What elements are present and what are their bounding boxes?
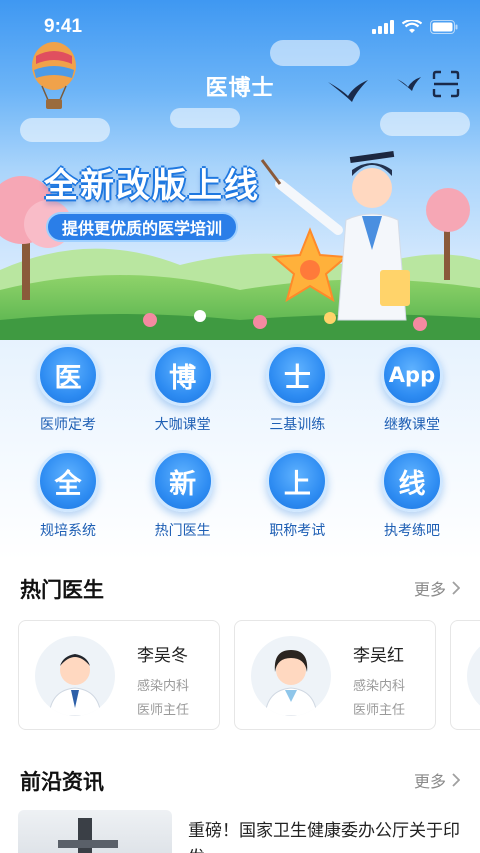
avatar [35,636,115,716]
status-time: 9:41 [44,16,83,37]
grid-icon: 博 [151,344,214,406]
grid-icon: 新 [151,450,214,512]
grid-label: 医师定考 [40,417,96,433]
grid-label: 执考练吧 [383,523,440,539]
doctor-list: 李吴冬 感染内科 医师主任 李吴红 感染内科 医师主任 [18,620,480,732]
grid-label: 规培系统 [40,523,96,539]
news-header: 前沿资讯 更多 [0,766,480,798]
section-title: 前沿资讯 [20,770,104,794]
status-icons [372,20,458,34]
doctor-card[interactable]: 李吴红 感染内科 医师主任 [234,620,436,730]
grid-item-residency-system[interactable]: 全 规培系统 [11,450,125,556]
swallow-icon [397,77,421,91]
banner-subtitle: 提供更优质的医学培训 [46,212,239,242]
grid-item-hot-doctors[interactable]: 新 热门医生 [126,450,240,556]
signal-icon [372,20,394,34]
grid-icon: 线 [380,450,443,512]
doctor-department: 感染内科 [353,679,406,694]
doctor-card[interactable]: 李吴冬 感染内科 医师主任 [18,620,220,730]
doctor-title: 医师主任 [353,703,406,718]
doctor-card-partial[interactable] [450,620,480,730]
grid-label: 三基训练 [269,417,326,433]
more-link[interactable]: 更多 [414,576,460,600]
grid-label: 继教课堂 [383,417,440,433]
grid-icon: 士 [266,344,329,406]
swallow-icon [328,80,368,102]
banner-title: 全新改版上线 [44,166,260,206]
doctor-name: 李吴红 [353,646,404,666]
chevron-right-icon [452,773,460,787]
doctor-department: 感染内科 [137,679,190,694]
grid-icon: 全 [37,450,99,512]
more-label: 更多 [413,772,446,791]
scan-icon[interactable] [432,70,460,98]
grid-icon: 上 [266,450,329,512]
grid-item-license-practice[interactable]: 线 执考练吧 [355,450,469,556]
news-title[interactable]: 重磅！国家卫生健康委办公厅关于印发 ... [188,818,466,853]
avatar [251,636,331,716]
more-label: 更多 [413,580,446,599]
grid-item-title-exam[interactable]: 上 职称考试 [240,450,354,556]
more-link[interactable]: 更多 [414,768,460,792]
grid-item-basic-training[interactable]: 士 三基训练 [240,344,354,450]
hot-doctors-header: 热门医生 更多 [0,574,480,606]
chevron-right-icon [452,581,460,595]
grid-label: 职称考试 [269,523,326,539]
battery-icon [430,20,458,34]
grid-label: 热门医生 [154,523,211,539]
grid-item-expert-class[interactable]: 博 大咖课堂 [126,344,240,450]
status-bar: 9:41 [0,0,480,56]
doctor-title: 医师主任 [137,703,190,718]
wifi-icon [402,20,422,33]
doctor-name: 李吴冬 [137,646,188,666]
grid-icon: App [380,344,443,406]
grid-icon: 医 [37,344,99,406]
grid-item-physician-exam[interactable]: 医 医师定考 [11,344,125,450]
grid-label: 大咖课堂 [154,417,211,433]
grid-item-continuing-education[interactable]: App 继教课堂 [355,344,469,450]
microscope-image [58,818,118,853]
feature-grid: 医 医师定考 博 大咖课堂 士 三基训练 App 继教课堂 全 规培系统 新 热… [11,344,469,556]
avatar [467,636,480,716]
news-thumbnail[interactable] [18,810,172,853]
section-title: 热门医生 [20,578,104,602]
